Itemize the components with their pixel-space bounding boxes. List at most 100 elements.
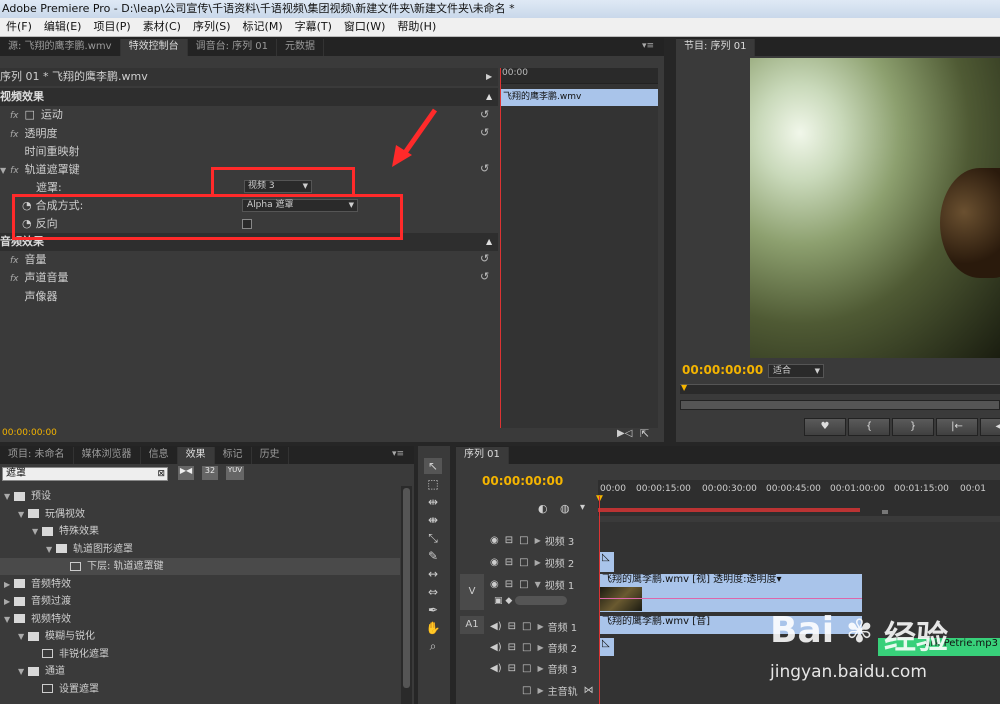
- eye-icon[interactable]: ◉: [490, 557, 499, 568]
- tab-sequence[interactable]: 序列 01: [456, 447, 509, 464]
- zoom-tool-icon[interactable]: ⌕: [424, 638, 442, 654]
- tree-item[interactable]: 下层: 轨道遮罩键: [0, 558, 400, 575]
- track-toggle-icon[interactable]: □: [522, 663, 531, 674]
- selection-tool-icon[interactable]: ↖: [424, 458, 442, 474]
- lock-icon[interactable]: ⊟: [508, 621, 516, 632]
- expand-triangle-icon[interactable]: ▶: [4, 593, 14, 610]
- reset-icon[interactable]: ↺: [480, 108, 489, 121]
- menu-title[interactable]: 字幕(T): [289, 18, 338, 36]
- tree-item[interactable]: 设置遮罩: [0, 681, 400, 698]
- menu-window[interactable]: 窗口(W): [338, 18, 391, 36]
- zoom-bar[interactable]: [680, 400, 1000, 410]
- work-area-bar[interactable]: [598, 508, 860, 512]
- effect-volume[interactable]: fx 音量: [10, 251, 498, 269]
- expand-triangle-icon[interactable]: ▶: [535, 536, 541, 545]
- track-toggle-icon[interactable]: □: [519, 535, 528, 546]
- eye-icon[interactable]: ◉: [490, 579, 499, 590]
- reset-icon[interactable]: ↺: [480, 126, 489, 139]
- reset-icon[interactable]: ↺: [480, 162, 489, 175]
- step-back-button[interactable]: ◀|: [980, 418, 1000, 436]
- speaker-icon[interactable]: ◀): [490, 663, 502, 674]
- mark-out-button[interactable]: }: [892, 418, 934, 436]
- marker-button[interactable]: ♥: [804, 418, 846, 436]
- track-toggle-icon[interactable]: □: [522, 642, 531, 653]
- track-audio-3[interactable]: ◀) ⊟ □ ▶ 音频 3: [490, 658, 630, 678]
- lock-icon[interactable]: ⊟: [505, 557, 513, 568]
- menu-file[interactable]: 件(F): [0, 18, 38, 36]
- lock-icon[interactable]: ⊟: [505, 579, 513, 590]
- slide-tool-icon[interactable]: ⇔: [424, 584, 442, 600]
- rate-stretch-tool-icon[interactable]: ⤡: [424, 530, 442, 546]
- video-clip[interactable]: 飞翔的鹰李鹏.wmv [视] 透明度:透明度▾: [600, 574, 862, 612]
- add-marker-icon[interactable]: ▾: [580, 502, 585, 513]
- lock-icon[interactable]: ⊟: [508, 663, 516, 674]
- a2-clip[interactable]: ◺: [600, 638, 614, 656]
- collapse-triangle-icon[interactable]: ▼: [18, 663, 28, 680]
- eye-icon[interactable]: ◉: [490, 535, 499, 546]
- tree-item[interactable]: ▼ 玩偶视效: [0, 506, 400, 523]
- play-audio-icon[interactable]: ▶◁: [617, 428, 632, 439]
- clear-search-icon[interactable]: ⊠: [157, 468, 165, 480]
- tab-effect-controls[interactable]: 特效控制台: [120, 39, 188, 56]
- reset-icon[interactable]: ↺: [480, 252, 489, 265]
- track-master[interactable]: □ ▶ 主音轨 ⋈: [522, 680, 662, 700]
- tree-item[interactable]: 非锐化遮罩: [0, 646, 400, 663]
- v2-matte-clip[interactable]: ◺: [600, 552, 614, 572]
- accelerated-filter-button[interactable]: ▶◀: [178, 466, 194, 480]
- expand-triangle-icon[interactable]: ▶: [537, 643, 543, 652]
- timeline-timecode[interactable]: 00:00:00:00: [482, 474, 563, 488]
- panel-menu-icon[interactable]: ▾≡: [392, 449, 404, 459]
- expand-triangle-icon[interactable]: ▶: [537, 686, 543, 695]
- collapse-triangle-icon[interactable]: ▼: [535, 580, 541, 589]
- keyframe-controls[interactable]: ▣ ◆: [494, 596, 594, 608]
- menu-help[interactable]: 帮助(H): [391, 18, 442, 36]
- tab-media-browser[interactable]: 媒体浏览器: [74, 447, 141, 464]
- tab-info[interactable]: 信息: [141, 447, 178, 464]
- tree-item[interactable]: ▶ 音频特效: [0, 576, 400, 593]
- rolling-edit-tool-icon[interactable]: ⇼: [424, 512, 442, 528]
- expand-triangle-icon[interactable]: ▶: [537, 664, 543, 673]
- tab-program[interactable]: 节目: 序列 01: [676, 39, 756, 56]
- collapse-triangle-icon[interactable]: ▼: [4, 488, 14, 505]
- mark-in-button[interactable]: {: [848, 418, 890, 436]
- collapse-triangle-icon[interactable]: ▼: [18, 506, 28, 523]
- collapse-icon[interactable]: ▲: [486, 88, 492, 106]
- timeline-scroll-thumb[interactable]: [882, 510, 888, 514]
- timeline-ruler[interactable]: 00:00 00:00:15:00 00:00:30:00 00:00:45:0…: [596, 480, 1000, 516]
- track-select-tool-icon[interactable]: ⬚: [424, 476, 442, 492]
- razor-tool-icon[interactable]: ✎: [424, 548, 442, 564]
- reset-icon[interactable]: ↺: [480, 270, 489, 283]
- 32bit-filter-button[interactable]: 32: [202, 466, 218, 480]
- collapse-triangle-icon[interactable]: ▼: [4, 611, 14, 628]
- set-encore-marker-icon[interactable]: ◍: [560, 502, 570, 515]
- lock-icon[interactable]: ⊟: [505, 535, 513, 546]
- tree-item[interactable]: ▶ 音频过渡: [0, 593, 400, 610]
- collapse-icon[interactable]: ▲: [486, 233, 492, 251]
- tab-project[interactable]: 项目: 未命名: [0, 447, 74, 464]
- expand-triangle-icon[interactable]: ▼: [0, 166, 6, 175]
- tree-item[interactable]: ▼ 特殊效果: [0, 523, 400, 540]
- ripple-edit-tool-icon[interactable]: ⇹: [424, 494, 442, 510]
- tree-item[interactable]: ▼ 通道: [0, 663, 400, 680]
- a1-target-label[interactable]: A1: [460, 616, 484, 634]
- panel-menu-icon[interactable]: ▾≡: [642, 41, 654, 51]
- track-toggle-icon[interactable]: □: [522, 685, 531, 696]
- slip-tool-icon[interactable]: ↔: [424, 566, 442, 582]
- track-video-3[interactable]: ◉ ⊟ □ ▶ 视频 3: [490, 530, 630, 550]
- program-scrubber[interactable]: ▼: [680, 383, 1000, 394]
- snap-icon[interactable]: ◐: [538, 502, 548, 515]
- collapse-triangle-icon[interactable]: ▼: [46, 541, 56, 558]
- speaker-icon[interactable]: ◀): [490, 621, 502, 632]
- tab-audio-mixer[interactable]: 调音台: 序列 01: [188, 39, 278, 56]
- lock-icon[interactable]: ⊟: [508, 642, 516, 653]
- hand-tool-icon[interactable]: ✋: [424, 620, 442, 636]
- track-toggle-icon[interactable]: □: [522, 621, 531, 632]
- opacity-rubberband[interactable]: [600, 598, 862, 599]
- tab-history[interactable]: 历史: [252, 447, 289, 464]
- yuv-filter-button[interactable]: YUV: [226, 466, 244, 480]
- program-timecode[interactable]: 00:00:00:00: [682, 363, 763, 377]
- effects-search-input[interactable]: 遮罩 ⊠: [2, 467, 168, 481]
- track-toggle-icon[interactable]: □: [519, 557, 528, 568]
- effects-clip-bar[interactable]: 飞翔的鹰李鹏.wmv: [500, 89, 658, 106]
- tree-scrollbar[interactable]: [401, 486, 412, 704]
